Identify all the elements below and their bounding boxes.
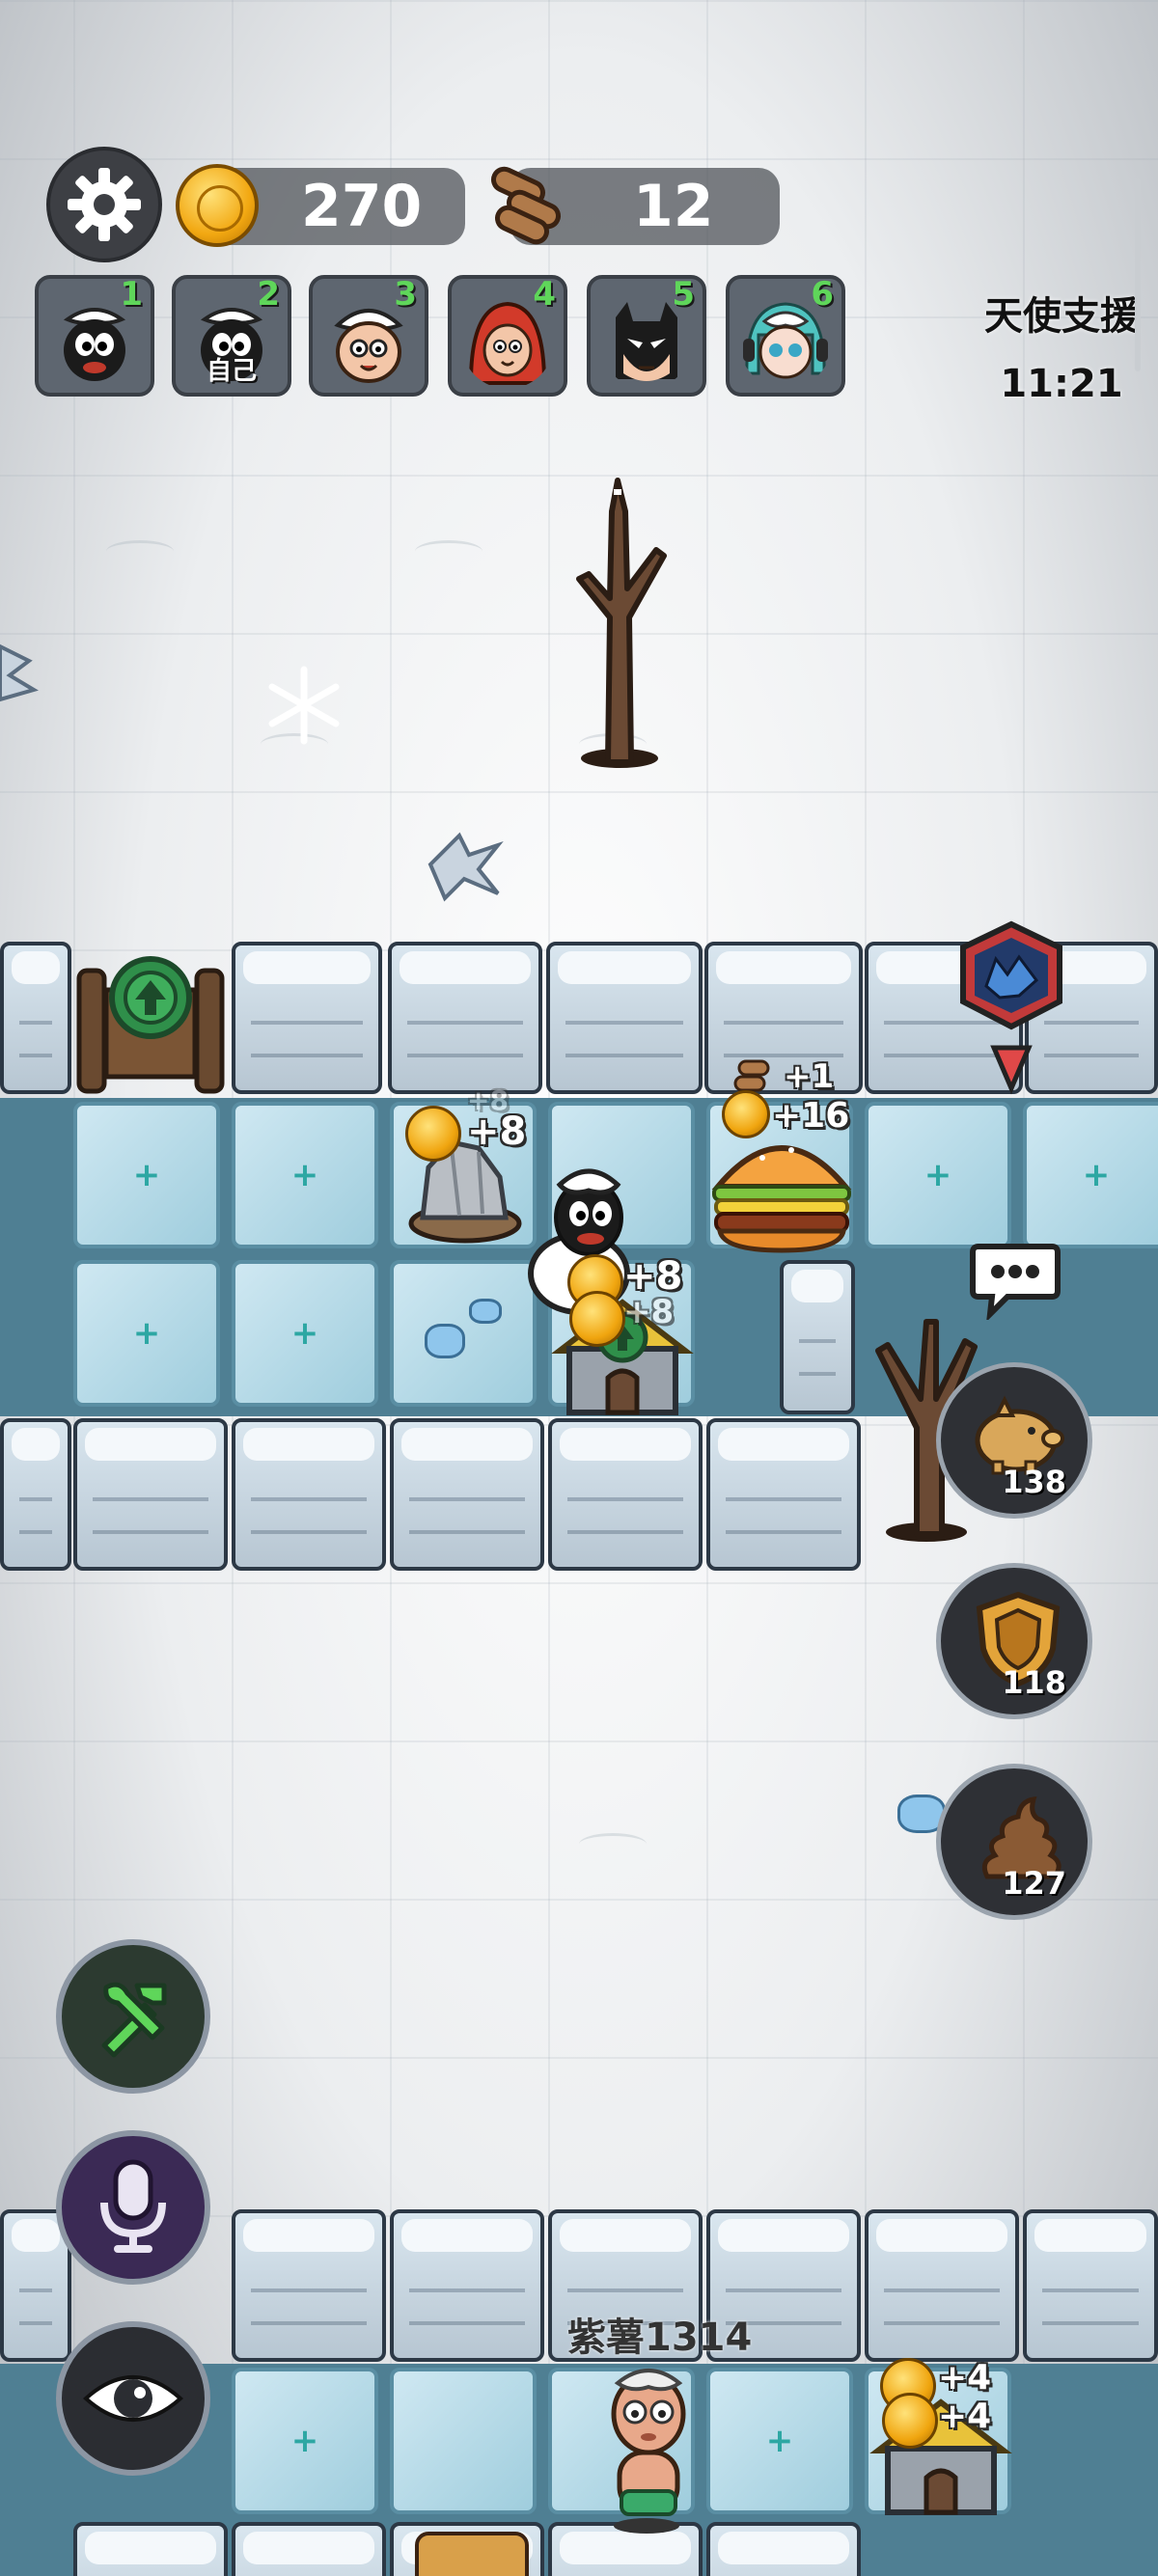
other-player-sheep[interactable] [589,2360,704,2534]
coin-icon [176,164,259,247]
shield-button[interactable]: 118 [936,1563,1092,1719]
stone-wall [546,942,703,1094]
burger-wood-popup: +1 [784,1057,835,1096]
ice-chunk [469,1299,502,1324]
build-button[interactable] [56,1939,210,2094]
speech-bubble-icon[interactable] [969,1237,1062,1323]
snow-mark [415,540,482,562]
dead-tree [576,478,667,768]
player-slot-5[interactable]: 5 [587,275,706,397]
poop-button[interactable]: 127 [936,1764,1092,1920]
lantern [415,2532,529,2576]
empty-tile[interactable]: + [1023,1102,1158,1248]
burger-coin-popup: +16 [772,1096,850,1136]
burger-building[interactable] [704,1119,859,1254]
piggy-bank-button[interactable]: 138 [936,1362,1092,1519]
player-slot-6[interactable]: 6 [726,275,845,397]
wolf-marker[interactable] [951,918,1071,1096]
stone-wall [390,2209,544,2362]
stone-wall [73,1418,228,1571]
snow-mark [579,1833,647,1855]
slot-number: 2 [257,275,280,314]
view-button[interactable] [56,2321,210,2476]
player-slot-2[interactable]: 2 自己 [172,275,291,397]
bottom-house-popup: +4 [938,2358,992,2398]
stone-wall [0,942,71,1094]
empty-tile[interactable]: + [73,1102,220,1248]
stone-wall [73,2522,228,2576]
rock-coin-ghost: +8 [467,1084,509,1116]
settings-button[interactable] [46,147,162,262]
stone-wall [232,942,382,1094]
empty-tile[interactable]: + [706,2368,853,2514]
coin-icon [882,2393,938,2449]
stone-wall [706,1418,861,1571]
snow-mark [106,540,174,562]
poop-count: 127 [1002,1865,1066,1902]
house-coin-popup-2: +8 [623,1293,675,1331]
empty-tile[interactable]: + [232,2368,378,2514]
slot-number: 5 [672,275,695,314]
coin-icon [405,1106,461,1162]
player-slot-1[interactable]: 1 [35,275,154,397]
stone-wall [706,2522,861,2576]
empty-tile[interactable]: + [232,1260,378,1407]
coin-count: 270 [301,173,423,240]
game-stage: + + + + + + +8 +8 +1 +16 +8 +8 138 118 1… [0,0,1158,2576]
scrollbar[interactable] [1135,178,1141,371]
stone-wall [1023,2209,1158,2362]
angel-support-title: 天使支援 [984,294,1139,339]
leaf-icon [427,832,504,902]
stone-wall [780,1260,855,1414]
hammer-wrench-icon [101,1982,167,2058]
angel-support-timer: 11:21 [1000,362,1123,406]
empty-tile[interactable]: + [73,1260,220,1407]
stone-wall [232,2209,386,2362]
coin-icon [722,1090,770,1138]
stone-wall [388,942,542,1094]
stone-wall [390,1418,544,1571]
voice-button[interactable] [56,2130,210,2285]
wood-count: 12 [633,173,714,240]
wooden-gate[interactable] [73,942,228,1096]
stone-wall [0,1418,71,1571]
eye-icon [83,2375,183,2422]
shield-count: 118 [1002,1664,1066,1701]
gear-icon [68,168,141,241]
piggy-bank-count: 138 [1002,1464,1066,1500]
slot-number: 6 [811,275,834,314]
slot-number: 3 [394,275,417,314]
snowflake-icon [268,666,340,745]
empty-tile[interactable]: + [232,1102,378,1248]
bottom-house-popup-2: +4 [938,2397,992,2436]
stone-wall [232,2522,386,2576]
leaf-icon [0,644,39,702]
empty-tile[interactable]: + [865,1102,1011,1248]
microphone-icon [100,2159,166,2253]
stone-wall [865,2209,1019,2362]
stone-wall [548,1418,703,1571]
slot-number: 4 [533,275,556,314]
coin-icon [569,1291,625,1347]
player-slot-4[interactable]: 4 [448,275,567,397]
self-label: 自己 [206,357,257,386]
ice-chunk [425,1324,465,1358]
player-slot-3[interactable]: 3 [309,275,428,397]
angel-support-panel[interactable]: 天使支援 11:21 [984,285,1139,406]
stone-wall [232,1418,386,1571]
empty-tile[interactable] [390,2368,537,2514]
slot-number: 1 [120,275,143,314]
wood-log-icon [490,166,562,245]
player-name-label: 紫薯1314 [567,2316,753,2360]
